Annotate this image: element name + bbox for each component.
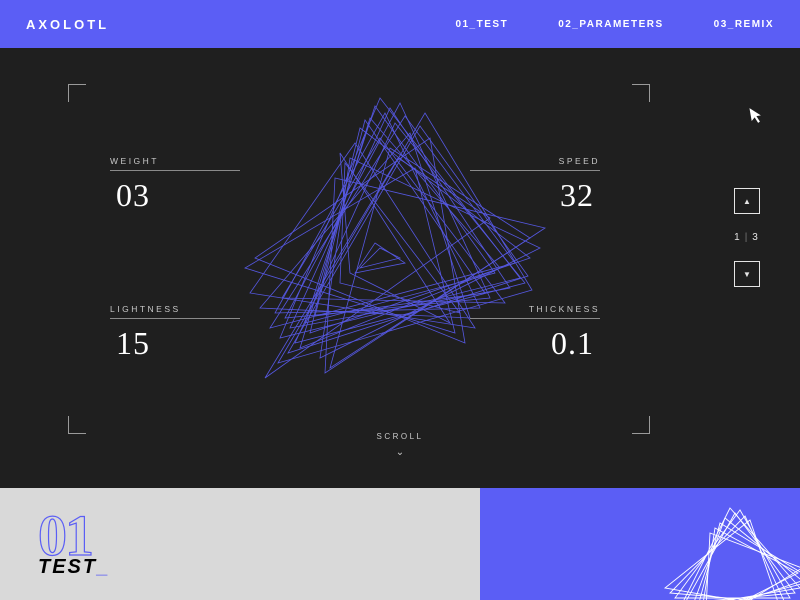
param-label: THICKNESS	[470, 304, 600, 314]
generative-visualization	[190, 68, 570, 428]
frame-corner-br	[632, 416, 650, 434]
frame-corner-tr	[632, 84, 650, 102]
param-rule	[110, 318, 240, 319]
param-rule	[470, 170, 600, 171]
header: AXOLOTL 01_TEST 02_PARAMETERS 03_REMIX	[0, 0, 800, 48]
triangle-up-icon: ▲	[743, 197, 751, 206]
cursor-icon	[748, 105, 765, 128]
page-up-button[interactable]: ▲	[734, 188, 760, 214]
page-indicator: 1|3	[734, 232, 760, 243]
frame-corner-bl	[68, 416, 86, 434]
param-label: LIGHTNESS	[110, 304, 240, 314]
section-card-test[interactable]: 01 TEST	[0, 488, 480, 600]
param-speed: SPEED 32	[470, 156, 600, 214]
triangle-down-icon: ▼	[743, 270, 751, 279]
param-label: SPEED	[470, 156, 600, 166]
param-value: 15	[110, 325, 240, 362]
canvas-area: WEIGHT 03 SPEED 32 LIGHTNESS 15 THICKNES…	[0, 48, 800, 488]
section-number: 01	[38, 510, 480, 562]
param-thickness: THICKNESS 0.1	[470, 304, 600, 362]
page-down-button[interactable]: ▼	[734, 261, 760, 287]
param-value: 32	[470, 177, 600, 214]
side-pager-controls: ▲ 1|3 ▼	[734, 188, 760, 287]
page-total: 3	[752, 232, 760, 243]
param-rule	[110, 170, 240, 171]
preview-visualization	[610, 498, 800, 600]
chevron-down-icon: ⌄	[376, 447, 423, 458]
nav-test[interactable]: 01_TEST	[455, 19, 508, 30]
section-card-preview[interactable]	[480, 488, 800, 600]
param-weight: WEIGHT 03	[110, 156, 240, 214]
nav-parameters[interactable]: 02_PARAMETERS	[558, 19, 663, 30]
param-value: 0.1	[470, 325, 600, 362]
param-value: 03	[110, 177, 240, 214]
frame-corner-tl	[68, 84, 86, 102]
param-label: WEIGHT	[110, 156, 240, 166]
param-rule	[470, 318, 600, 319]
param-lightness: LIGHTNESS 15	[110, 304, 240, 362]
scroll-label: SCROLL	[376, 432, 423, 441]
nav-remix[interactable]: 03_REMIX	[714, 19, 774, 30]
page-current: 1	[734, 232, 742, 243]
scroll-cue[interactable]: SCROLL ⌄	[376, 432, 423, 458]
brand-logo[interactable]: AXOLOTL	[26, 17, 109, 32]
footer-sections: 01 TEST	[0, 488, 800, 600]
main-nav: 01_TEST 02_PARAMETERS 03_REMIX	[455, 19, 774, 30]
section-label: TEST	[38, 556, 480, 579]
